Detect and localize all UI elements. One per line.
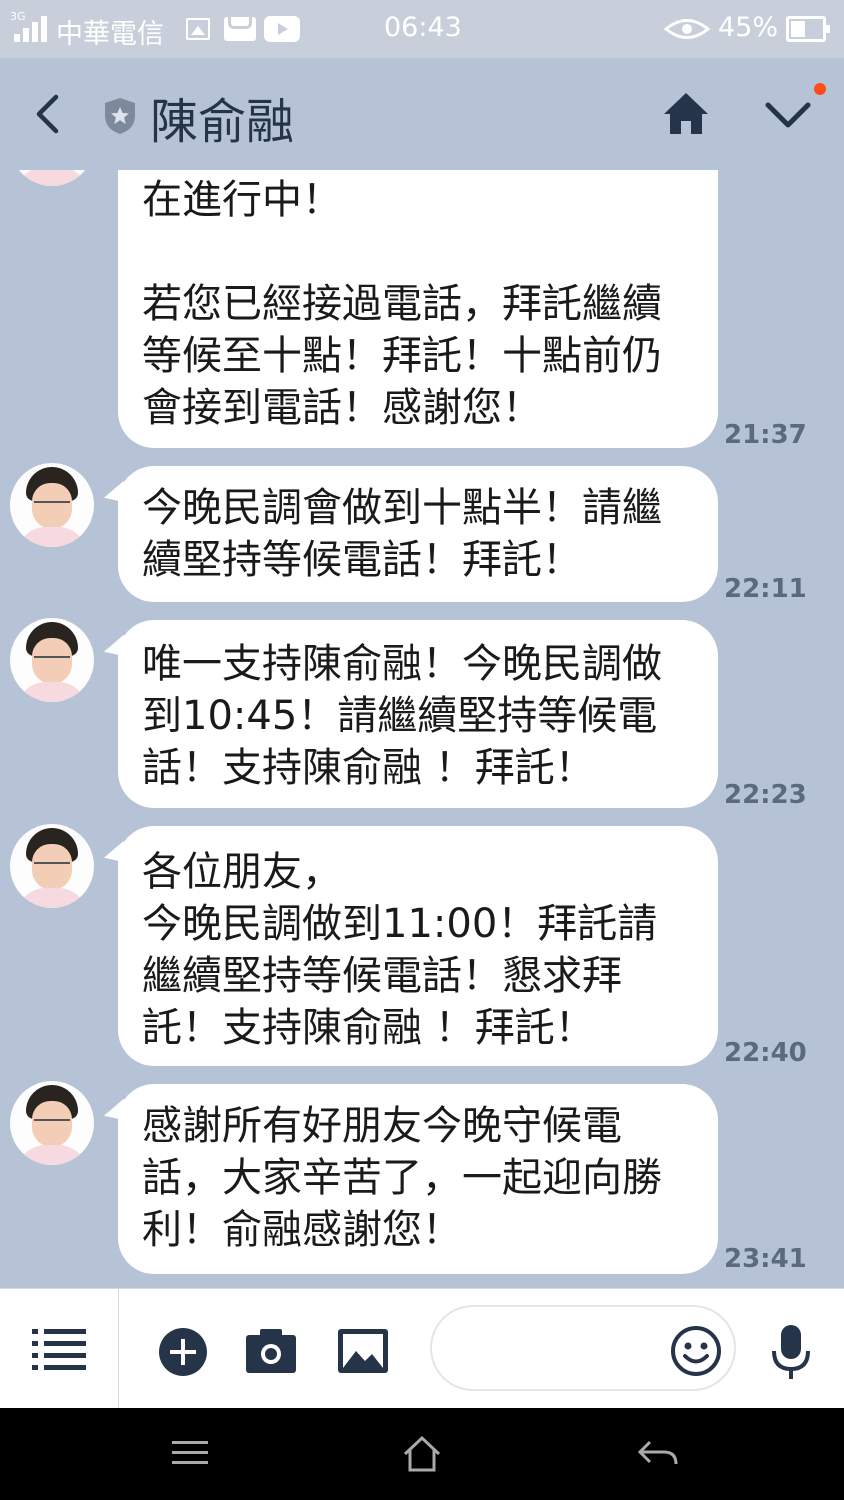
- status-bar: 3G 中華電信 06:43 45%: [0, 0, 844, 58]
- message-list[interactable]: 在進行中！ 若您已經接過電話，拜託繼續等候至十點！拜託！十點前仍會接到電話！感謝…: [0, 170, 844, 1288]
- chat-title[interactable]: 陳俞融: [150, 82, 294, 152]
- message-time: 22:23: [724, 780, 807, 810]
- menu-icon[interactable]: [172, 1440, 208, 1466]
- notification-dot: [814, 83, 826, 95]
- message-time: 21:37: [724, 420, 807, 450]
- message-bubble[interactable]: 感謝所有好朋友今晚守候電話，大家辛苦了，一起迎向勝利！俞融感謝您！: [118, 1084, 718, 1274]
- divider: [118, 1289, 119, 1409]
- add-icon[interactable]: [158, 1327, 208, 1377]
- avatar[interactable]: [10, 824, 94, 908]
- official-account-shield-icon: [105, 98, 135, 134]
- eye-comfort-icon: [664, 19, 710, 39]
- video-notification-icon: [264, 16, 300, 42]
- input-bar: [0, 1288, 844, 1409]
- home-nav-icon[interactable]: [402, 1434, 442, 1474]
- back-arrow-icon[interactable]: [34, 94, 60, 134]
- avatar[interactable]: [10, 1081, 94, 1165]
- home-icon[interactable]: [662, 90, 710, 136]
- system-nav-bar: [0, 1408, 844, 1500]
- gallery-notification-icon: [186, 18, 210, 40]
- signal-icon: 3G: [10, 10, 50, 42]
- avatar[interactable]: [10, 170, 94, 186]
- message-time: 22:11: [724, 574, 807, 604]
- image-icon[interactable]: [338, 1329, 388, 1373]
- avatar[interactable]: [10, 463, 94, 547]
- mail-notification-icon: [224, 17, 256, 41]
- chat-header: 陳俞融: [0, 58, 844, 170]
- emoji-icon[interactable]: [670, 1325, 722, 1377]
- microphone-icon[interactable]: [770, 1323, 812, 1383]
- menu-list-icon[interactable]: [32, 1327, 86, 1371]
- network-type: 3G: [10, 10, 26, 23]
- message-bubble[interactable]: 各位朋友， 今晚民調做到11:00！拜託請繼續堅持等候電話！懇求拜託！支持陳俞融…: [118, 826, 718, 1066]
- message-bubble[interactable]: 今晚民調會做到十點半！請繼續堅持等候電話！拜託！: [118, 466, 718, 602]
- chevron-down-icon[interactable]: [764, 100, 812, 130]
- battery-percent: 45%: [718, 12, 779, 43]
- message-time: 22:40: [724, 1038, 807, 1068]
- back-nav-icon[interactable]: [638, 1440, 678, 1470]
- clock: 06:43: [384, 12, 462, 43]
- camera-icon[interactable]: [246, 1327, 296, 1373]
- battery-icon: [786, 16, 830, 42]
- carrier-name: 中華電信: [56, 19, 164, 50]
- message-bubble[interactable]: 唯一支持陳俞融！今晚民調做到10:45！請繼續堅持等候電話！支持陳俞融 ！拜託！: [118, 620, 718, 808]
- avatar[interactable]: [10, 618, 94, 702]
- message-bubble[interactable]: 在進行中！ 若您已經接過電話，拜託繼續等候至十點！拜託！十點前仍會接到電話！感謝…: [118, 170, 718, 448]
- message-time: 23:41: [724, 1244, 807, 1274]
